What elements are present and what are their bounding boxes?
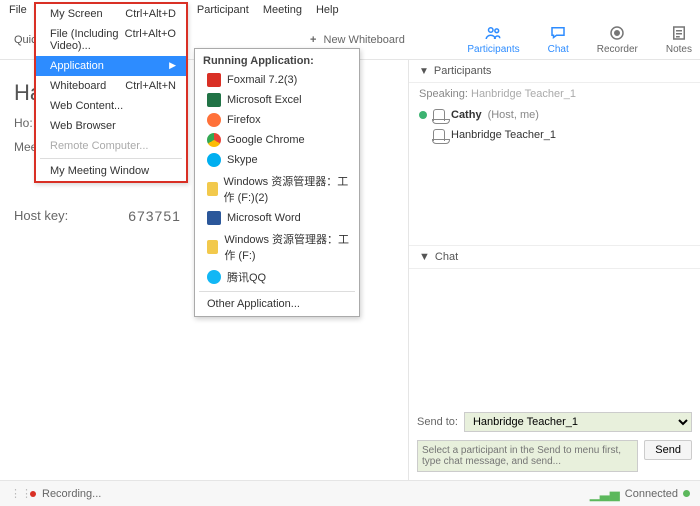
app-explorer-2[interactable]: Windows 资源管理器：工作 (F:) — [195, 228, 359, 266]
other-application[interactable]: Other Application... — [195, 295, 359, 313]
share-web-content[interactable]: Web Content... — [36, 96, 186, 116]
notes-button[interactable]: Notes — [666, 24, 692, 55]
menu-participant[interactable]: Participant — [190, 2, 256, 18]
right-panel: ▼ Participants Speaking: Hanbridge Teach… — [408, 60, 700, 480]
share-dropdown: My ScreenCtrl+Alt+D File (Including Vide… — [34, 2, 188, 183]
chat-input[interactable] — [417, 440, 638, 472]
share-whiteboard[interactable]: WhiteboardCtrl+Alt+N — [36, 76, 186, 96]
folder-icon — [207, 240, 218, 254]
firefox-icon — [207, 113, 221, 127]
menu-dots-icon[interactable]: ⋮⋮ — [10, 487, 30, 500]
chevron-down-icon: ▼ — [419, 251, 430, 263]
share-my-screen[interactable]: My ScreenCtrl+Alt+D — [36, 4, 186, 24]
app-qq[interactable]: 腾讯QQ — [195, 266, 359, 288]
chat-section-header[interactable]: ▼ Chat — [409, 245, 700, 269]
running-application-header: Running Application: — [195, 52, 359, 70]
whiteboard-area: Ha Ho: Mee Host key: 673751 My ScreenCtr… — [0, 60, 408, 480]
notes-icon — [670, 24, 688, 42]
menu-file[interactable]: File — [2, 2, 34, 18]
participant-row[interactable]: Cathy (Host, me) — [419, 105, 690, 125]
host-key-value: 673751 — [128, 208, 181, 224]
participants-icon — [484, 24, 502, 42]
skype-icon — [207, 153, 221, 167]
separator — [40, 158, 182, 159]
speaking-name: Hanbridge Teacher_1 — [471, 88, 576, 100]
app-chrome[interactable]: Google Chrome — [195, 130, 359, 150]
presence-dot-icon — [419, 111, 427, 119]
folder-icon — [207, 182, 218, 196]
main-area: Ha Ho: Mee Host key: 673751 My ScreenCtr… — [0, 60, 700, 480]
application-submenu: Running Application: Foxmail 7.2(3) Micr… — [194, 48, 360, 317]
word-icon — [207, 211, 221, 225]
share-file[interactable]: File (Including Video)...Ctrl+Alt+O — [36, 24, 186, 56]
chrome-icon — [207, 133, 221, 147]
app-firefox[interactable]: Firefox — [195, 110, 359, 130]
send-to-select[interactable]: Hanbridge Teacher_1 — [464, 412, 692, 432]
headset-icon — [433, 129, 445, 141]
send-to-label: Send to: — [417, 416, 458, 428]
app-excel[interactable]: Microsoft Excel — [195, 90, 359, 110]
recording-label: Recording... — [42, 488, 101, 500]
menu-help[interactable]: Help — [309, 2, 346, 18]
send-button[interactable]: Send — [644, 440, 692, 460]
plus-icon: + — [310, 34, 316, 46]
excel-icon — [207, 93, 221, 107]
recording-dot-icon — [30, 491, 36, 497]
app-skype[interactable]: Skype — [195, 150, 359, 170]
share-application[interactable]: Application▶ — [36, 56, 186, 76]
status-dot-icon — [683, 490, 690, 497]
participant-row[interactable]: Hanbridge Teacher_1 — [419, 125, 690, 145]
share-my-meeting-window[interactable]: My Meeting Window — [36, 161, 186, 181]
chat-icon — [549, 24, 567, 42]
send-to-row: Send to: Hanbridge Teacher_1 — [409, 408, 700, 436]
new-whiteboard-label: New Whiteboard — [324, 34, 405, 46]
headset-icon — [433, 109, 445, 121]
status-bar: ⋮⋮ Recording... ▁▃▅ Connected — [0, 480, 700, 506]
new-whiteboard-button[interactable]: + New Whiteboard — [310, 34, 405, 46]
menu-meeting[interactable]: Meeting — [256, 2, 309, 18]
app-foxmail[interactable]: Foxmail 7.2(3) — [195, 70, 359, 90]
speaking-row: Speaking: Hanbridge Teacher_1 — [409, 83, 700, 105]
chevron-down-icon: ▼ — [419, 66, 429, 77]
chat-button[interactable]: Chat — [548, 24, 569, 55]
share-remote-computer: Remote Computer... — [36, 136, 186, 156]
connected-label: Connected — [625, 488, 678, 500]
share-web-browser[interactable]: Web Browser — [36, 116, 186, 136]
app-word[interactable]: Microsoft Word — [195, 208, 359, 228]
separator — [199, 291, 355, 292]
recorder-icon — [608, 24, 626, 42]
chevron-right-icon: ▶ — [169, 60, 176, 72]
host-key-label: Host key: — [14, 208, 68, 224]
foxmail-icon — [207, 73, 221, 87]
app-explorer-1[interactable]: Windows 资源管理器：工作 (F:)(2) — [195, 170, 359, 208]
participants-section-header[interactable]: ▼ Participants — [409, 60, 700, 83]
participants-button[interactable]: Participants — [467, 24, 519, 55]
signal-icon: ▁▃▅ — [590, 486, 620, 502]
qq-icon — [207, 270, 221, 284]
recorder-button[interactable]: Recorder — [597, 24, 638, 55]
